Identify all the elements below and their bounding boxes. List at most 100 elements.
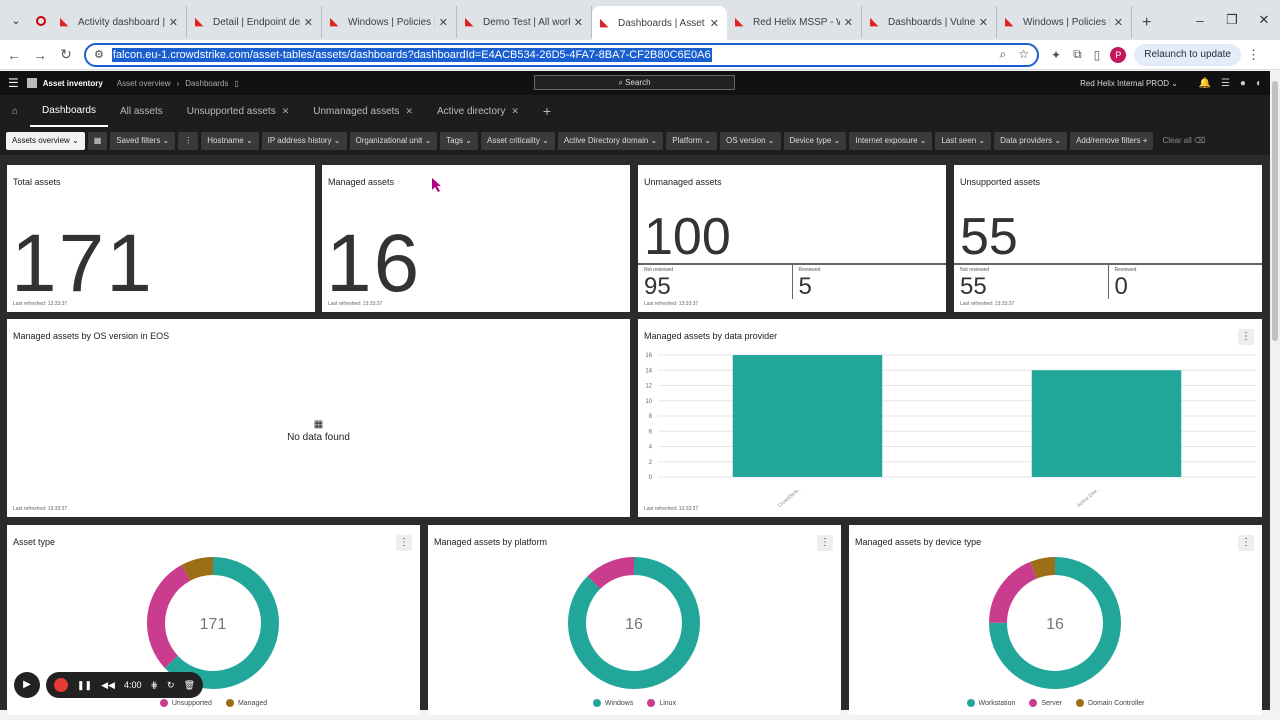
filter-options-icon[interactable]: ⋮ [178,132,199,150]
filter-dropdown[interactable]: OS version ⌄ [720,132,781,150]
global-search-input[interactable]: ⌕ Search [534,75,735,90]
close-tab-icon[interactable]: ✕ [282,106,290,117]
restart-icon[interactable]: ↻ [167,680,175,691]
card-menu-icon[interactable]: ⋮ [1238,329,1254,345]
page-scrollbar[interactable] [1270,71,1280,711]
notifications-bell-icon[interactable]: 🔔 [1198,78,1210,89]
browser-tab[interactable]: ◣ Windows | Policies | End ✕ [997,6,1132,38]
stop-recording-button[interactable] [54,678,68,692]
site-info-icon[interactable]: ⚙ [94,48,104,61]
new-tab-button[interactable]: + [1142,14,1151,32]
browser-tab[interactable]: ◣ Activity dashboard | End ✕ [52,6,187,38]
platform-card[interactable]: Managed assets by platform ⋮ 16 Windows L… [428,525,841,715]
close-tab-icon[interactable]: ✕ [710,17,719,30]
filter-dropdown[interactable]: Device type ⌄ [783,132,847,150]
forward-icon[interactable]: → [28,47,52,63]
filter-dropdown[interactable]: Active Directory domain ⌄ [557,132,664,150]
breadcrumb-dashboards[interactable]: Dashboards [185,79,228,88]
clear-all-button[interactable]: Clear all ⌫ [1156,132,1211,150]
filter-dropdown[interactable]: Internet exposure ⌄ [849,132,933,150]
data-provider-card[interactable]: Managed assets by data provider ⋮ 0 2 4 6 8 1… [638,319,1262,517]
dashboard-tab[interactable]: Unmanaged assets ✕ [301,95,425,127]
zoom-search-icon[interactable]: ⌕ [1000,47,1007,62]
close-window-icon[interactable]: ✕ [1248,12,1280,28]
minimize-icon[interactable]: – [1184,13,1216,28]
messages-icon[interactable]: ☰ [1221,78,1230,89]
close-tab-icon[interactable]: ✕ [979,16,988,29]
back-icon[interactable]: ← [2,47,26,63]
tab-search-chevron-icon[interactable]: ⌄ [4,8,28,32]
filter-dropdown[interactable]: Asset criticality ⌄ [481,132,555,150]
org-selector[interactable]: Red Helix Internal PROD ⌄ [1080,79,1178,88]
extension-icon[interactable]: ✦ [1051,48,1061,62]
browser-tab[interactable]: ◣ Dashboards | Asset over ✕ [592,6,727,40]
bookmark-star-icon[interactable]: ☆ [1018,47,1029,62]
add-remove-filters-button[interactable]: Add/remove filters + [1070,132,1154,150]
close-tab-icon[interactable]: ✕ [574,16,583,29]
user-icon[interactable]: ● [1240,78,1246,89]
unsupported-assets-card[interactable]: Unsupported assets 55 Not reviewed 55 Re… [954,165,1262,312]
home-icon[interactable]: ⌂ [0,95,30,127]
reviewed-cell[interactable]: Reviewed 0 [1107,265,1263,300]
unmanaged-assets-card[interactable]: Unmanaged assets 100 Not reviewed 95 Rev… [638,165,946,312]
restore-icon[interactable]: ❐ [1216,12,1248,28]
legend-item[interactable]: Workstation [966,699,1015,707]
extensions-puzzle-icon[interactable]: ⧉ [1073,47,1082,62]
filter-dropdown[interactable]: Platform ⌄ [666,132,717,150]
url-field[interactable]: ⚙ falcon.eu-1.crowdstrike.com/asset-tabl… [84,42,1039,67]
browser-menu-icon[interactable]: ⋮ [1247,47,1260,63]
reviewed-cell[interactable]: Reviewed 5 [791,265,947,300]
reload-icon[interactable]: ↻ [54,46,78,63]
browser-tab[interactable]: ◣ Red Helix MSSP - Windo ✕ [727,6,862,38]
total-assets-card[interactable]: Total assets 171 Last refreshed: 13:33:3… [7,165,315,312]
filter-dropdown[interactable]: Organizational unit ⌄ [349,132,438,150]
managed-assets-card[interactable]: Managed assets 16 Last refreshed: 13:33:… [322,165,630,312]
layout-icon[interactable]: ▦ [87,132,108,150]
legend-item[interactable]: Domain Controller [1076,699,1144,707]
legend-item[interactable]: Linux [647,699,676,707]
filter-dropdown[interactable]: Data providers ⌄ [994,132,1068,150]
close-tab-icon[interactable]: ✕ [304,16,313,29]
bookmark-icon[interactable]: ▯ [234,79,238,88]
not-reviewed-cell[interactable]: Not reviewed 95 [638,265,792,300]
browser-tab[interactable]: ◣ Detail | Endpoint detecti ✕ [187,6,322,38]
pause-icon[interactable]: ❚❚ [77,680,92,691]
close-tab-icon[interactable]: ✕ [1114,16,1123,29]
side-panel-icon[interactable]: ▯ [1094,48,1101,62]
add-tab-button[interactable]: + [531,95,563,127]
legend-item[interactable]: Windows [592,699,633,707]
grid-icon[interactable]: ⋕ [150,680,158,691]
theme-toggle-icon[interactable]: ◐ [1256,78,1262,89]
close-tab-icon[interactable]: ✕ [169,16,178,29]
browser-tab[interactable]: ◣ Windows | Policies | Fire ✕ [322,6,457,38]
os-version-eos-card[interactable]: Managed assets by OS version in EOS ▦ No… [7,319,630,517]
hamburger-menu-icon[interactable]: ☰ [8,76,19,90]
close-tab-icon[interactable]: ✕ [439,16,448,29]
device-type-card[interactable]: Managed assets by device type ⋮ 16 Works… [849,525,1262,715]
rewind-icon[interactable]: ◀◀ [101,680,115,691]
dashboard-tab[interactable]: Dashboards [30,95,108,127]
saved-filters-button[interactable]: Saved filters ⌄ [110,132,176,150]
camera-icon[interactable]: ▶ [14,672,40,698]
dashboard-tab[interactable]: All assets [108,95,175,127]
dashboard-tab[interactable]: Active directory ✕ [425,95,531,127]
filter-dropdown[interactable]: IP address history ⌄ [261,132,347,150]
filter-dropdown[interactable]: Tags ⌄ [440,132,478,150]
view-select[interactable]: Assets overview ⌄ [6,132,85,150]
legend-item[interactable]: Managed [225,699,267,707]
close-tab-icon[interactable]: ✕ [511,106,519,117]
filter-dropdown[interactable]: Hostname ⌄ [201,132,259,150]
legend-item[interactable]: Unsupported [159,699,212,707]
close-tab-icon[interactable]: ✕ [844,16,853,29]
scrollbar-thumb[interactable] [1272,81,1278,341]
filter-dropdown[interactable]: Last seen ⌄ [935,132,992,150]
legend-item[interactable]: Server [1029,699,1062,707]
relaunch-button[interactable]: Relaunch to update [1134,43,1241,66]
breadcrumb-asset-overview[interactable]: Asset overview [117,79,171,88]
dashboard-tab[interactable]: Unsupported assets ✕ [175,95,302,127]
profile-avatar[interactable]: P [1110,46,1127,63]
delete-icon[interactable]: 🗑 [184,680,195,691]
close-tab-icon[interactable]: ✕ [405,106,413,117]
not-reviewed-cell[interactable]: Not reviewed 55 [954,265,1108,300]
browser-tab[interactable]: ◣ Dashboards | Vulnerabili ✕ [862,6,997,38]
